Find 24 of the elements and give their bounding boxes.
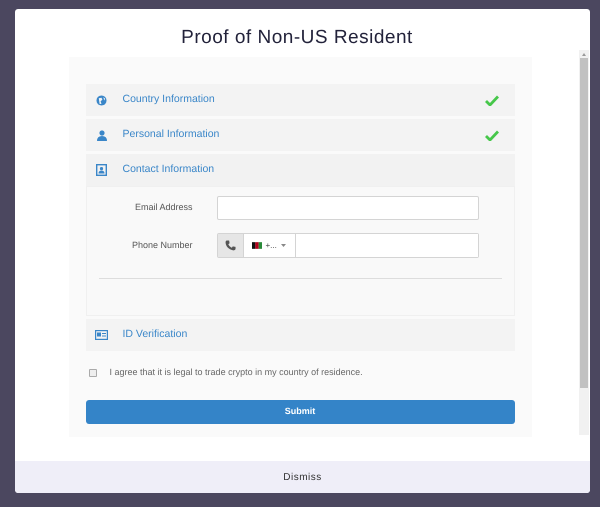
flag-icon: [252, 242, 262, 249]
globe-icon: [96, 94, 107, 106]
phone-icon: [224, 240, 236, 251]
section-header[interactable]: Contact Information: [86, 154, 514, 186]
section-header[interactable]: Personal Information: [86, 119, 514, 151]
id-card-icon: [95, 330, 108, 340]
field-label: Email Address: [134, 201, 194, 214]
section-header[interactable]: ID Verification: [86, 319, 514, 351]
phone-field[interactable]: +...: [216, 233, 478, 258]
checkmark-icon: [484, 94, 498, 106]
contact-card-icon: [96, 164, 107, 176]
checkmark-icon: [484, 130, 498, 140]
field-label: Phone Number: [130, 238, 194, 252]
email-field[interactable]: [216, 196, 478, 220]
submit-button[interactable]: Submit: [86, 400, 514, 424]
dialog-title: Proof of Non-US Resident: [181, 26, 413, 50]
agreement-text: I agree that it is legal to trade crypto in my country of residence.: [110, 366, 363, 379]
section-header[interactable]: Country Information: [86, 84, 514, 116]
country-code-dropdown[interactable]: +...: [244, 234, 296, 257]
caret-icon: [280, 244, 286, 247]
user-icon: [96, 130, 106, 140]
dismiss-button[interactable]: Dismiss: [15, 461, 590, 493]
agreement-checkbox[interactable]: [88, 368, 96, 377]
scrollbar-thumb[interactable]: [580, 58, 588, 388]
